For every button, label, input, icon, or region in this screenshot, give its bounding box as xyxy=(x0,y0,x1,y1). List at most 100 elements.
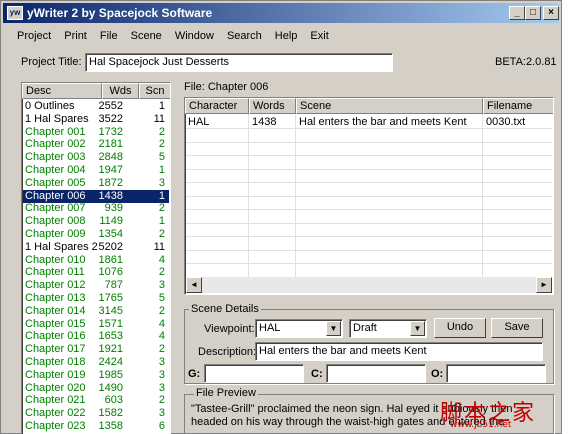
chapter-words: 603 xyxy=(104,394,123,407)
chapter-desc: Chapter 006 xyxy=(25,189,86,202)
list-item[interactable]: Chapter 008 1149 1 xyxy=(23,215,169,228)
column-header-character[interactable]: Character xyxy=(185,98,249,114)
menu-search[interactable]: Search xyxy=(219,27,267,42)
watermark-url: www.jb51.net xyxy=(450,420,512,430)
column-header-words[interactable]: Words xyxy=(249,98,296,114)
list-item[interactable]: Chapter 017 1921 2 xyxy=(23,343,169,356)
grid-line xyxy=(186,263,552,264)
column-header-scene[interactable]: Scene xyxy=(296,98,483,114)
minimize-button[interactable]: _ xyxy=(509,6,525,20)
description-input[interactable]: Hal enters the bar and meets Kent xyxy=(255,342,543,361)
menu-window[interactable]: Window xyxy=(167,27,219,42)
chapter-desc: 0 Outlines xyxy=(25,100,75,112)
o-label: O: xyxy=(431,368,444,380)
c-input[interactable] xyxy=(326,364,426,383)
menu-project[interactable]: Project xyxy=(3,27,56,42)
chapter-scenes: 3 xyxy=(158,381,165,394)
chapter-words: 3145 xyxy=(98,304,123,317)
chapter-words: 1490 xyxy=(98,381,123,394)
chapter-scenes: 3 xyxy=(158,368,165,381)
list-item[interactable]: Chapter 013 1765 5 xyxy=(23,292,169,305)
list-item[interactable]: Chapter 001 1732 2 xyxy=(23,126,169,139)
save-button[interactable]: Save xyxy=(491,318,543,338)
menu-bar: Project Print File Scene Window Search Help Exi… xyxy=(3,27,559,45)
list-item[interactable]: 0 Outlines 2552 1 xyxy=(23,100,169,113)
project-title-label: Project Title: xyxy=(21,56,82,68)
list-item[interactable]: Chapter 006 1438 1 xyxy=(23,189,169,203)
chapter-words: 787 xyxy=(104,279,123,292)
maximize-button[interactable]: □ xyxy=(525,6,541,20)
list-item[interactable]: 1 Hal Spares 3522 11 xyxy=(23,113,169,126)
viewpoint-select[interactable]: HAL ▼ xyxy=(255,319,343,338)
grid-line xyxy=(186,182,552,183)
chapter-scenes: 1 xyxy=(158,164,165,176)
menu-scene[interactable]: Scene xyxy=(123,27,167,42)
undo-button[interactable]: Undo xyxy=(434,318,486,338)
column-header-filename[interactable]: Filename xyxy=(483,98,553,114)
scene-filename: 0030.txt xyxy=(486,116,526,128)
c-label: C: xyxy=(311,368,323,380)
chapter-words: 2424 xyxy=(98,356,123,368)
scene-grid[interactable]: Character Words Scene Filename HAL 1438 Ha… xyxy=(184,97,554,295)
list-item[interactable]: Chapter 009 1354 2 xyxy=(23,228,169,241)
chapter-scenes: 6 xyxy=(158,420,165,432)
chevron-down-icon[interactable]: ▼ xyxy=(410,321,425,336)
grid-line xyxy=(186,141,552,143)
list-item[interactable]: Chapter 007 939 2 xyxy=(23,202,169,215)
list-item[interactable]: Chapter 019 1985 3 xyxy=(23,369,169,382)
list-item[interactable]: Chapter 023 1358 6 xyxy=(23,420,169,433)
column-header-words[interactable]: Wds xyxy=(102,83,139,99)
list-item[interactable]: Chapter 020 1490 3 xyxy=(23,382,169,395)
chapter-words: 1653 xyxy=(98,330,123,343)
list-item[interactable]: Chapter 022 1582 3 xyxy=(23,407,169,420)
grid-line xyxy=(186,128,552,129)
list-item[interactable]: Chapter 002 2181 2 xyxy=(23,138,169,151)
chapter-desc: Chapter 015 xyxy=(25,317,86,330)
chapter-words: 3522 xyxy=(98,112,123,125)
title-bar[interactable]: yw yWriter 2 by Spacejock Software _ □ × xyxy=(3,3,559,23)
scroll-right-icon[interactable]: ► xyxy=(536,277,552,293)
list-item[interactable]: 1 Hal Spares 2 5202 11 xyxy=(23,241,169,254)
list-item[interactable]: Chapter 021 603 2 xyxy=(23,394,169,407)
chapter-list[interactable]: Desc Wds Scn 0 Outlines 2552 1 1 Hal Spares… xyxy=(21,82,171,434)
chapter-desc: Chapter 018 xyxy=(25,356,86,368)
list-item[interactable]: Chapter 018 2424 3 xyxy=(23,356,169,369)
column-header-scenes[interactable]: Scn xyxy=(139,83,170,99)
menu-file[interactable]: File xyxy=(92,27,123,42)
chapter-scenes: 4 xyxy=(158,330,165,343)
menu-help[interactable]: Help xyxy=(267,27,303,42)
list-item[interactable]: Chapter 005 1872 3 xyxy=(23,177,169,190)
status-select[interactable]: Draft ▼ xyxy=(349,319,427,338)
chapter-scenes: 2 xyxy=(158,304,165,317)
list-item[interactable]: Chapter 010 1861 4 xyxy=(23,254,169,267)
list-item[interactable]: Chapter 016 1653 4 xyxy=(23,330,169,343)
column-header-desc[interactable]: Desc xyxy=(22,83,102,99)
grid-line xyxy=(186,209,552,210)
close-button[interactable]: × xyxy=(543,6,559,20)
list-item[interactable]: Chapter 004 1947 1 xyxy=(23,164,169,177)
app-icon[interactable]: yw xyxy=(7,6,23,20)
chapter-words: 1921 xyxy=(98,343,123,356)
chevron-down-icon[interactable]: ▼ xyxy=(326,321,341,336)
chapter-words: 1947 xyxy=(98,164,123,176)
horizontal-scrollbar[interactable]: ◄ ► xyxy=(186,277,552,293)
chapter-words: 1872 xyxy=(98,176,123,189)
list-item[interactable]: Chapter 003 2848 5 xyxy=(23,151,169,164)
chapter-words: 1076 xyxy=(98,266,123,279)
menu-exit[interactable]: Exit xyxy=(302,27,333,42)
menu-print[interactable]: Print xyxy=(56,27,92,42)
chapter-desc: 1 Hal Spares 2 xyxy=(25,240,98,253)
chapter-words: 2181 xyxy=(98,138,123,151)
scroll-left-icon[interactable]: ◄ xyxy=(186,277,202,293)
chapter-desc: 1 Hal Spares xyxy=(25,112,89,125)
chapter-scenes: 4 xyxy=(158,317,165,330)
o-input[interactable] xyxy=(446,364,546,383)
chapter-scenes: 5 xyxy=(158,151,165,164)
list-item[interactable]: Chapter 014 3145 2 xyxy=(23,305,169,318)
g-input[interactable] xyxy=(204,364,304,383)
list-item[interactable]: Chapter 012 787 3 xyxy=(23,279,169,292)
list-item[interactable]: Chapter 015 1571 4 xyxy=(23,318,169,331)
chapter-scenes: 4 xyxy=(158,253,165,266)
list-item[interactable]: Chapter 011 1076 2 xyxy=(23,266,169,279)
project-title-input[interactable]: Hal Spacejock Just Desserts xyxy=(85,53,393,72)
